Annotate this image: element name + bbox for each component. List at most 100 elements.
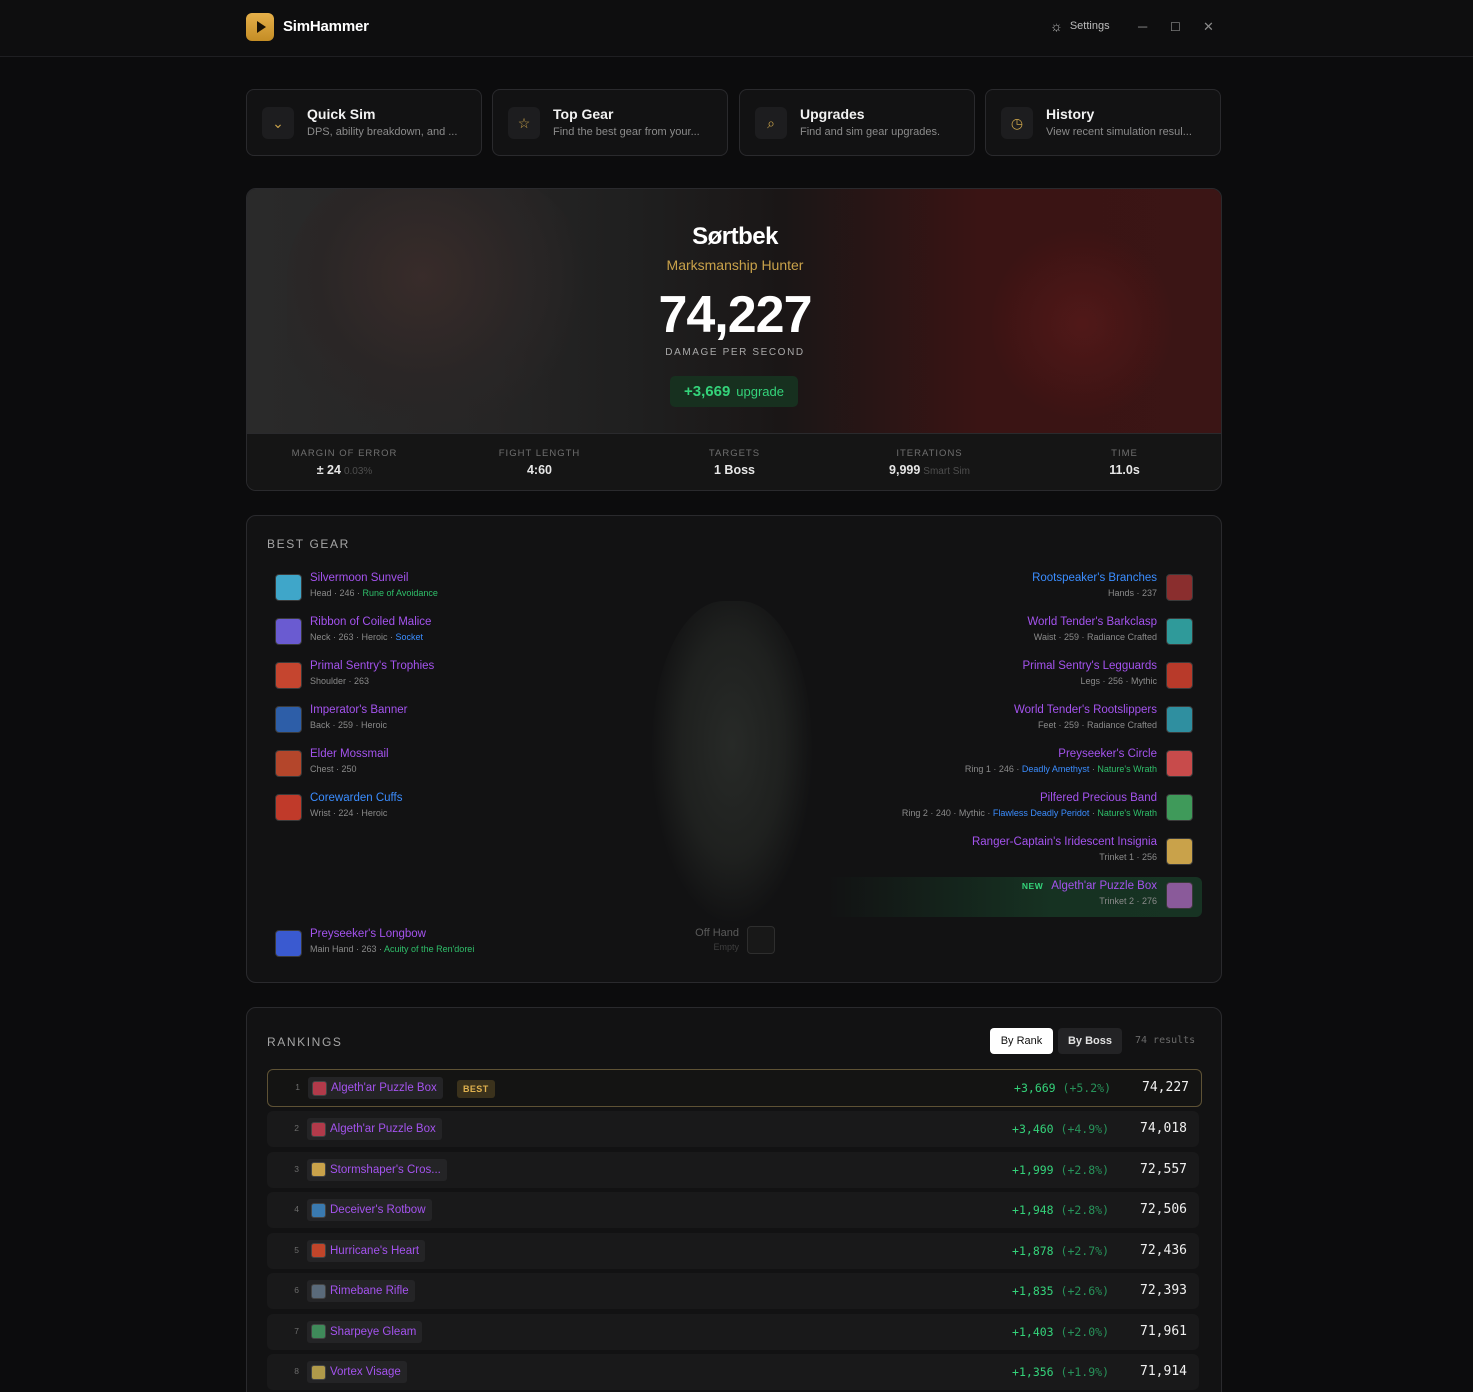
rank-number: 7: [294, 1325, 299, 1336]
nav-card-top-gear[interactable]: ☆ Top Gear Find the best gear from your.…: [492, 89, 728, 156]
close-button[interactable]: ✕: [1203, 17, 1214, 37]
gear-slot[interactable]: Pilfered Precious Band Ring 2 · 240 · Myt…: [793, 792, 1193, 826]
ranking-row[interactable]: 5 Hurricane's Heart +1,878 (+2.7%) 72,436: [267, 1232, 1199, 1269]
gear-meta: Shoulder · 263: [310, 676, 370, 686]
gear-slot[interactable]: Corewarden Cuffs Wrist · 224 · Heroic: [275, 792, 595, 826]
dps-total: 71,914: [1140, 1364, 1187, 1379]
sim-result-hero: Sørtbek Marksmanship Hunter 74,227 DAMAG…: [246, 188, 1222, 491]
nav-card-title: Quick Sim: [307, 106, 376, 122]
gear-name: World Tender's Rootslippers: [1013, 704, 1157, 716]
dps-delta: +1,999 (+2.8%): [1012, 1162, 1109, 1177]
gear-meta: Ring 1 · 246 · Deadly Amethyst · Nature'…: [964, 764, 1157, 774]
gear-slot[interactable]: Elder Mossmail Chest · 250: [275, 748, 595, 782]
ranking-row[interactable]: 4 Deceiver's Rotbow +1,948 (+2.8%) 72,506: [267, 1192, 1199, 1228]
nav-card-quick-sim[interactable]: ⌄ Quick Sim DPS, ability breakdown, and …: [246, 89, 482, 156]
ranking-item-chip[interactable]: Algeth'ar Puzzle Box: [307, 1118, 442, 1140]
gear-name: Rootspeaker's Branches: [1032, 572, 1157, 584]
gear-name: Primal Sentry's Legguards: [1022, 660, 1157, 672]
gear-item-icon: [275, 662, 302, 689]
ranking-item-chip[interactable]: Hurricane's Heart: [307, 1239, 426, 1262]
gear-name: Ranger-Captain's Iridescent Insignia: [971, 836, 1157, 848]
rank-number: 4: [294, 1204, 299, 1214]
character-name: Sørtbek: [692, 223, 778, 250]
gear-meta: Waist · 259 · Radiance Crafted: [1033, 632, 1157, 642]
nav-card-history[interactable]: ◷ History View recent simulation resul..…: [985, 89, 1221, 156]
gear-slot[interactable]: Ribbon of Coiled Malice Neck · 263 · Hero…: [275, 616, 595, 650]
nav-card-desc: Find the best gear from your...: [553, 126, 700, 138]
star-icon: ☆: [508, 107, 540, 139]
maximize-button[interactable]: ☐: [1170, 17, 1181, 37]
gear-slot[interactable]: Imperator's Banner Back · 259 · Heroic: [275, 704, 595, 738]
ranking-item-chip[interactable]: Rimebane Rifle: [307, 1280, 415, 1302]
tab-by-boss[interactable]: By Boss: [1058, 1028, 1122, 1054]
gear-meta: Wrist · 224 · Heroic: [310, 808, 388, 818]
rankings-panel: RANKINGS By Rank By Boss 74 results 1 Alg…: [246, 1007, 1222, 1392]
stat-value: 11.0s: [1109, 463, 1140, 477]
item-icon: [311, 1162, 326, 1177]
gear-slot-off-hand[interactable]: Off Hand Empty: [693, 927, 739, 952]
gear-meta: Head · 246 · Rune of Avoidance: [310, 588, 438, 598]
gear-meta: Ring 2 · 240 · Mythic · Flawless Deadly …: [901, 808, 1157, 818]
gear-meta: Legs · 256 · Mythic: [1080, 676, 1157, 686]
upgrade-value: +3,669: [683, 383, 731, 400]
nav-card-upgrades[interactable]: ⌕ Upgrades Find and sim gear upgrades.: [739, 89, 975, 156]
gear-slot[interactable]: NEW Algeth'ar Puzzle Box Trinket 2 · 276: [793, 880, 1193, 914]
ranking-item-chip[interactable]: Sharpeye Gleam: [307, 1320, 423, 1343]
ranking-row[interactable]: 8 Vortex Visage +1,356 (+1.9%) 71,914: [267, 1354, 1199, 1390]
gear-slot[interactable]: World Tender's Rootslippers Feet · 259 · …: [793, 704, 1193, 738]
item-icon: [311, 1324, 326, 1339]
gear-slot[interactable]: Preyseeker's Circle Ring 1 · 246 · Deadly…: [793, 748, 1193, 782]
gear-meta: Neck · 263 · Heroic · Socket: [310, 632, 424, 642]
stat-iterations: ITERATIONS 9,999 Smart Sim: [832, 448, 1027, 477]
tab-by-rank[interactable]: By Rank: [990, 1028, 1053, 1054]
search-icon: ⌕: [755, 107, 787, 139]
dps-total: 72,436: [1140, 1242, 1187, 1258]
dps-total: 74,018: [1140, 1121, 1187, 1136]
dps-total: 74,227: [1142, 1080, 1189, 1095]
ranking-row[interactable]: 7 Sharpeye Gleam +1,403 (+2.0%) 71,961: [267, 1313, 1199, 1350]
off-hand-empty-slot[interactable]: [747, 926, 775, 954]
item-icon: [311, 1364, 326, 1380]
ranking-row[interactable]: 6 Rimebane Rifle +1,835 (+2.6%) 72,393: [267, 1273, 1199, 1309]
settings-button[interactable]: ☼ Settings: [1050, 19, 1110, 33]
stat-label: ITERATIONS: [896, 448, 963, 459]
item-icon: [311, 1202, 326, 1218]
ranking-row[interactable]: 3 Stormshaper's Cros... +1,999 (+2.8%) 72,5…: [267, 1151, 1199, 1188]
rank-number: 6: [294, 1285, 299, 1295]
dps-total: 72,393: [1140, 1283, 1187, 1298]
stat-label: TARGETS: [708, 448, 761, 459]
gear-name: Elder Mossmail: [310, 748, 389, 760]
gear-item-icon: [275, 750, 302, 777]
gear-slot[interactable]: Primal Sentry's Legguards Legs · 256 · My…: [793, 660, 1193, 694]
stat-label: MARGIN OF ERROR: [291, 448, 398, 459]
gear-item-icon: [1166, 574, 1193, 601]
minimize-button[interactable]: ─: [1138, 17, 1147, 37]
ranking-item-chip[interactable]: Algeth'ar Puzzle Box: [308, 1077, 443, 1099]
gear-slot[interactable]: Rootspeaker's Branches Hands · 237: [793, 572, 1193, 606]
dps-delta: +1,835 (+2.6%): [1012, 1284, 1109, 1298]
item-name: Vortex Visage: [330, 1366, 401, 1378]
stat-time: TIME 11.0s: [1027, 448, 1221, 477]
stat-value: 4:60: [526, 463, 553, 477]
gear-slot[interactable]: Ranger-Captain's Iridescent Insignia Trin…: [793, 836, 1193, 870]
rank-number: 5: [294, 1244, 299, 1255]
gear-slot[interactable]: Silvermoon Sunveil Head · 246 · Rune of A…: [275, 572, 595, 606]
nav-card-title: Upgrades: [800, 106, 865, 122]
gear-slot-main-hand[interactable]: Preyseeker's Longbow Main Hand · 263 · A…: [275, 928, 595, 962]
ranking-row[interactable]: 1 Algeth'ar Puzzle Box BEST +3,669 (+5.2%) 7…: [267, 1069, 1202, 1107]
gear-slot[interactable]: World Tender's Barkclasp Waist · 259 · Ra…: [793, 616, 1193, 650]
gear-slot[interactable]: Primal Sentry's Trophies Shoulder · 263: [275, 660, 595, 694]
gear-item-icon: [1166, 662, 1193, 689]
ranking-row[interactable]: 2 Algeth'ar Puzzle Box +3,460 (+4.9%) 74,01…: [267, 1111, 1199, 1147]
chevron-down-icon: ⌄: [262, 107, 294, 139]
stat-margin-of-error: MARGIN OF ERROR ± 24 0.03%: [247, 448, 442, 477]
gear-item-icon: [275, 794, 302, 821]
ranking-item-chip[interactable]: Vortex Visage: [307, 1361, 407, 1383]
dps-delta: +3,460 (+4.9%): [1012, 1122, 1109, 1136]
upgrade-badge: +3,669 upgrade: [670, 376, 798, 407]
ranking-item-chip[interactable]: Deceiver's Rotbow: [307, 1199, 432, 1221]
rank-number: 2: [294, 1123, 299, 1133]
item-name: Hurricane's Heart: [330, 1244, 420, 1257]
gear-meta: Feet · 259 · Radiance Crafted: [1037, 720, 1157, 730]
ranking-item-chip[interactable]: Stormshaper's Cros...: [307, 1158, 447, 1181]
